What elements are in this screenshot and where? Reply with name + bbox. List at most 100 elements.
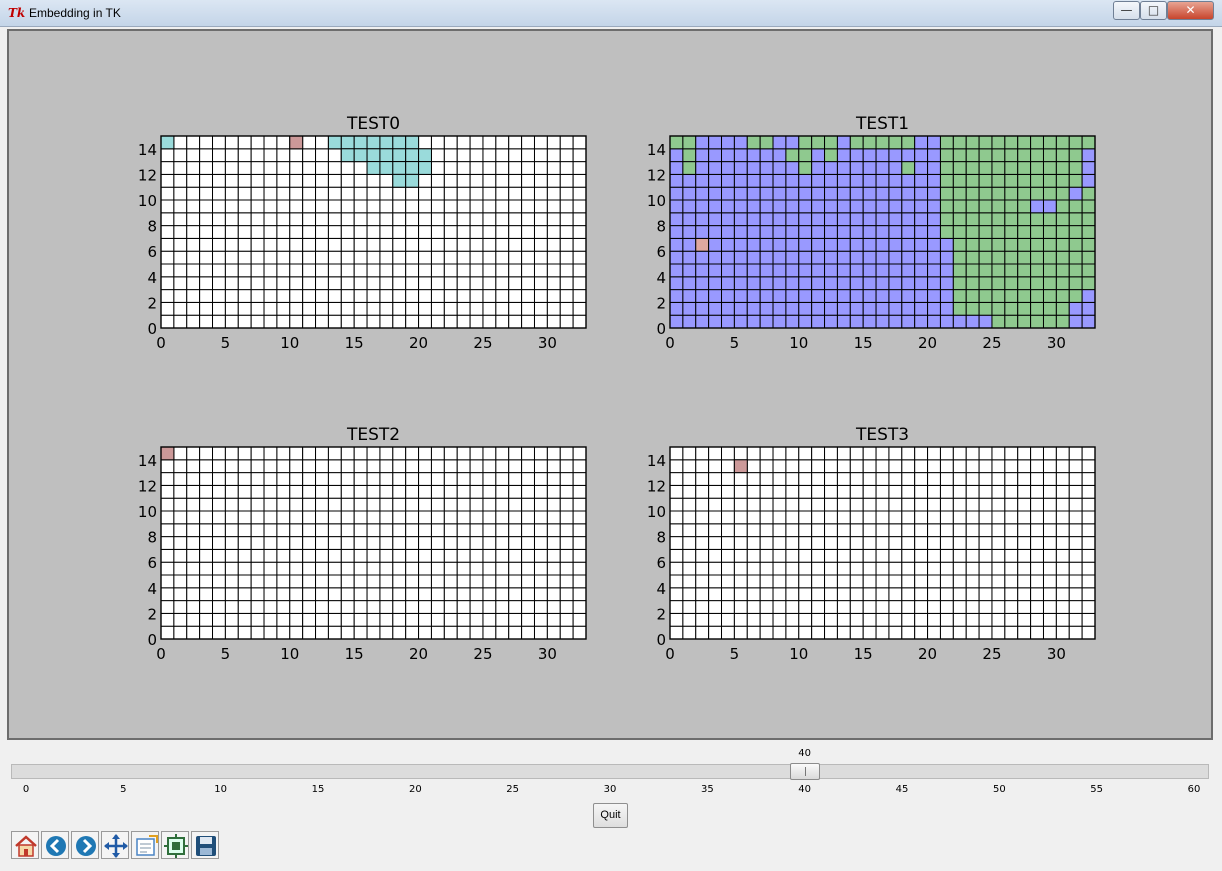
heatmap-cell [824,446,838,461]
home-button[interactable] [11,831,39,859]
heatmap-cell [1068,314,1083,329]
heatmap-cell [1042,600,1057,614]
heatmap-cell [875,289,890,303]
minimize-button[interactable]: — [1113,1,1140,20]
heatmap-cell [237,510,252,525]
heatmap-cell [533,510,548,525]
heatmap-cell [546,510,561,525]
heatmap-cell [746,161,761,175]
heatmap-cell [1055,301,1070,316]
heatmap-cell [901,237,916,252]
heatmap-cell [1042,148,1057,163]
heatmap-cell [759,459,774,474]
heatmap-cell [733,536,748,550]
heatmap-cell [824,148,838,163]
heatmap-cell [965,148,980,163]
heatmap-cell [186,237,201,252]
heatmap-cell [875,510,890,525]
heatmap-cell [927,199,941,214]
heatmap-cell [521,536,535,550]
save-button[interactable] [191,831,219,859]
heatmap-cell [392,161,407,175]
heatmap-cell [456,459,471,474]
heatmap-cell [746,446,761,461]
heatmap-cell [927,484,941,499]
zoom-button[interactable] [131,831,159,859]
heatmap-cell [695,587,710,602]
heatmap-cell [482,135,497,150]
heatmap-cell [1068,212,1083,227]
heatmap-cell [836,472,851,486]
heatmap-cell [456,497,471,512]
heatmap-cell [237,459,252,474]
heatmap-cell [263,161,278,175]
heatmap-cell [160,263,175,278]
heatmap-cell [785,459,800,474]
heatmap-cell [160,148,175,163]
heatmap-cell [315,301,329,316]
heatmap-cell [366,612,381,627]
heatmap-cell [708,625,723,640]
heatmap-cell [708,600,723,614]
heatmap-cell [495,148,510,163]
heatmap-cell [173,199,188,214]
heatmap-cell [785,446,800,461]
heatmap-cell [340,148,355,163]
heatmap-cell [392,484,407,499]
y-tick-label: 14 [647,141,666,159]
slider-trough[interactable] [11,764,1209,779]
heatmap-cell [521,574,535,589]
heatmap-cell [353,548,368,563]
heatmap-cell [798,237,813,252]
heatmap-cell [559,472,574,486]
y-tick-label: 10 [138,192,157,210]
heatmap-cell [199,212,214,227]
heatmap-cell [327,199,342,214]
quit-button[interactable]: Quit [593,803,628,828]
pan-button[interactable] [101,831,129,859]
heatmap-cell [991,263,1006,278]
maximize-button[interactable]: □ [1140,1,1167,20]
heatmap-cell [824,625,838,640]
heatmap-cell [186,263,201,278]
heatmap-cell [250,237,265,252]
heatmap-cell [849,561,864,576]
heatmap-cell [276,225,291,239]
heatmap-cell [978,587,993,602]
heatmap-cell [250,186,265,201]
heatmap-cell [495,446,510,461]
heatmap-cell [173,510,188,525]
heatmap-cell [746,548,761,563]
heatmap-cell [572,574,587,589]
heatmap-cell [186,625,201,640]
heatmap-cell [746,225,761,239]
heatmap-cell [978,148,993,163]
heatmap-cell [315,561,329,576]
heatmap-cell [1004,446,1019,461]
heatmap-cell [276,289,291,303]
heatmap-cell [379,446,394,461]
heatmap-cell [836,237,851,252]
heatmap-cell [914,574,929,589]
back-arrow-button[interactable] [41,831,69,859]
heatmap-cell [901,497,916,512]
heatmap-cell [418,510,432,525]
figure-canvas[interactable]: TEST0 0 5 10 15 20 25 30 0 2 4 6 8 10 12 14 TEST1 0 5 10 15 2… [7,29,1213,740]
subplots-button[interactable] [161,831,189,859]
heatmap-cell [927,446,941,461]
heatmap-cell [733,612,748,627]
heatmap-cell [849,301,864,316]
heatmap-cell [721,600,735,614]
heatmap-cell [533,173,548,188]
heatmap-cell [430,250,445,265]
heatmap-cell [366,510,381,525]
close-button[interactable]: ✕ [1167,1,1214,20]
heatmap-cell [572,289,587,303]
heatmap-cell [199,289,214,303]
heatmap-cell [811,225,826,239]
heatmap-cell [456,276,471,291]
slider-handle[interactable] [789,763,820,780]
heatmap-cell [212,600,226,614]
heatmap-cell [302,446,317,461]
forward-arrow-button[interactable] [71,831,99,859]
